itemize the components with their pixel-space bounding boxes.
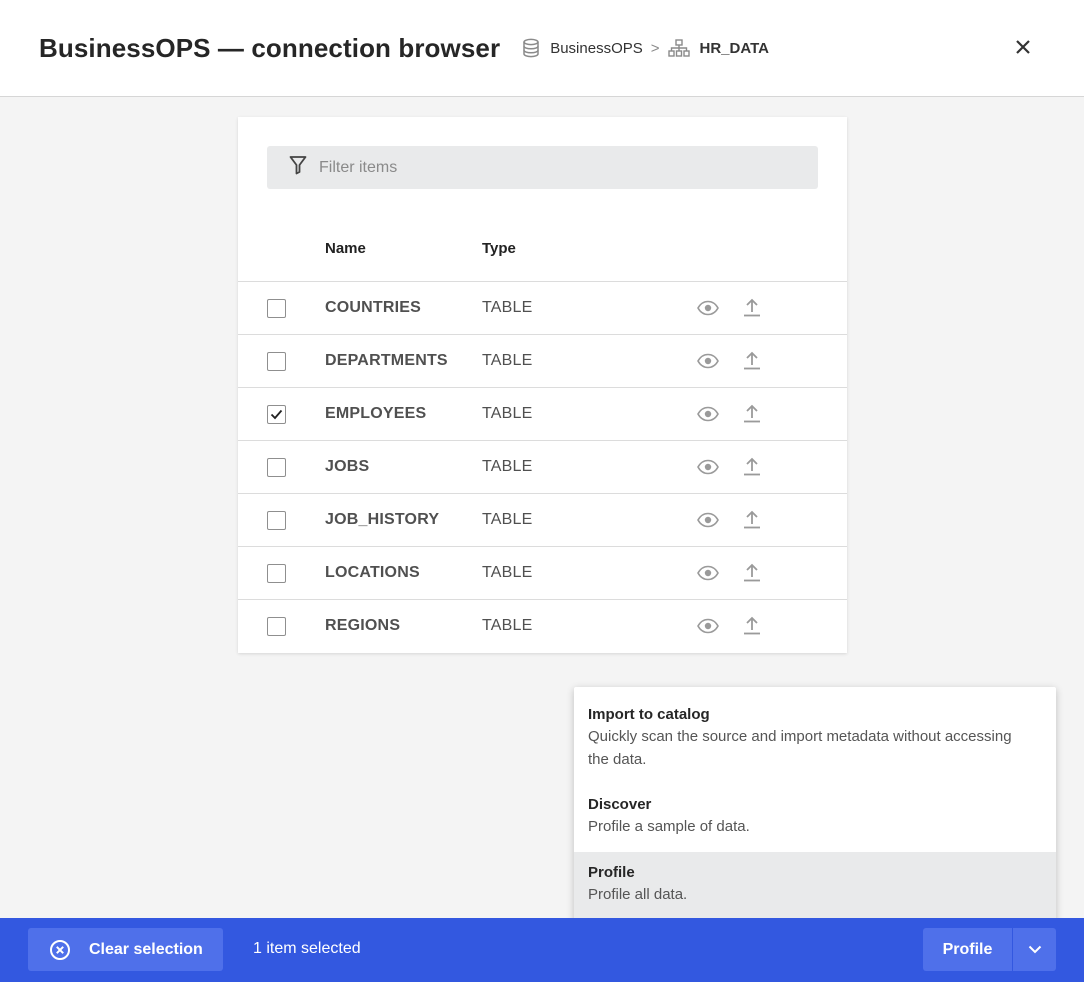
breadcrumb-separator: >	[650, 39, 660, 57]
breadcrumb-schema: HR_DATA	[699, 39, 769, 57]
table-row[interactable]: JOB_HISTORY TABLE	[238, 493, 847, 546]
preview-eye-icon[interactable]	[697, 618, 719, 639]
page-title: BusinessOPS — connection browser	[39, 32, 501, 63]
preview-eye-icon[interactable]	[697, 353, 719, 374]
clear-selection-button[interactable]: Clear selection	[28, 928, 223, 971]
profile-button[interactable]: Profile	[923, 928, 1012, 971]
menu-item-description: Quickly scan the source and import metad…	[588, 728, 1012, 768]
database-icon	[522, 38, 540, 58]
preview-eye-icon[interactable]	[697, 512, 719, 533]
menu-item-import[interactable]: Import to catalog Quickly scan the sourc…	[574, 696, 1056, 780]
row-checkbox[interactable]	[267, 352, 286, 371]
preview-eye-icon[interactable]	[697, 300, 719, 321]
profile-options-toggle[interactable]	[1013, 928, 1056, 971]
table-row[interactable]: DEPARTMENTS TABLE	[238, 334, 847, 387]
chevron-down-icon	[1028, 945, 1041, 954]
row-type: TABLE	[482, 352, 533, 369]
menu-item-profile[interactable]: Profile Profile all data.	[574, 852, 1056, 919]
import-upload-icon[interactable]	[743, 509, 761, 534]
column-header-type[interactable]: Type	[482, 240, 516, 257]
import-upload-icon[interactable]	[743, 297, 761, 322]
row-name: LOCATIONS	[325, 564, 420, 581]
clear-selection-label: Clear selection	[89, 940, 203, 958]
profile-options-menu: Import to catalog Quickly scan the sourc…	[574, 687, 1056, 923]
row-type: TABLE	[482, 564, 533, 581]
row-type: TABLE	[482, 299, 533, 316]
row-checkbox[interactable]	[267, 564, 286, 583]
selection-bar: Clear selection 1 item selected Profile	[0, 918, 1084, 982]
table-row[interactable]: EMPLOYEES TABLE	[238, 387, 847, 440]
menu-item-description: Profile a sample of data.	[588, 818, 750, 835]
row-checkbox[interactable]	[267, 511, 286, 530]
table-row[interactable]: LOCATIONS TABLE	[238, 546, 847, 599]
schema-icon	[667, 39, 690, 57]
table-row[interactable]: COUNTRIES TABLE	[238, 281, 847, 334]
preview-eye-icon[interactable]	[697, 406, 719, 427]
import-upload-icon[interactable]	[743, 350, 761, 375]
row-name: EMPLOYEES	[325, 405, 427, 422]
row-checkbox[interactable]	[267, 617, 286, 636]
table-row[interactable]: REGIONS TABLE	[238, 599, 847, 652]
clear-circle-icon	[50, 939, 70, 960]
row-name: JOBS	[325, 458, 370, 475]
row-checkbox[interactable]	[267, 405, 286, 424]
import-upload-icon[interactable]	[743, 562, 761, 587]
preview-eye-icon[interactable]	[697, 565, 719, 586]
column-header-name[interactable]: Name	[325, 240, 366, 257]
menu-item-title: Import to catalog	[588, 706, 710, 723]
import-upload-icon[interactable]	[743, 456, 761, 481]
menu-item-title: Discover	[588, 796, 652, 813]
items-panel: Name Type COUNTRIES TABLE DEPARTMENTS TABLE…	[238, 117, 847, 653]
breadcrumb: BusinessOPS > HR_DATA	[522, 38, 769, 58]
row-name: DEPARTMENTS	[325, 352, 448, 369]
table-row[interactable]: JOBS TABLE	[238, 440, 847, 493]
filter-bar[interactable]	[267, 146, 818, 189]
row-type: TABLE	[482, 458, 533, 475]
row-type: TABLE	[482, 617, 533, 634]
preview-eye-icon[interactable]	[697, 459, 719, 480]
row-checkbox[interactable]	[267, 458, 286, 477]
row-name: COUNTRIES	[325, 299, 422, 316]
filter-input[interactable]	[319, 158, 799, 177]
import-upload-icon[interactable]	[743, 615, 761, 640]
row-checkbox[interactable]	[267, 299, 286, 318]
close-icon	[1016, 40, 1030, 54]
items-table: COUNTRIES TABLE DEPARTMENTS TABLE EMPLOYEES T…	[238, 281, 847, 652]
menu-item-discover[interactable]: Discover Profile a sample of data.	[574, 787, 1056, 853]
header: BusinessOPS — connection browser Busines…	[0, 0, 1084, 97]
menu-item-description: Profile all data.	[588, 886, 688, 903]
import-upload-icon[interactable]	[743, 403, 761, 428]
row-name: REGIONS	[325, 617, 401, 634]
selection-count: 1 item selected	[253, 940, 361, 957]
row-name: JOB_HISTORY	[325, 511, 440, 528]
close-button[interactable]	[1010, 34, 1036, 60]
row-type: TABLE	[482, 511, 533, 528]
breadcrumb-connection[interactable]: BusinessOPS	[550, 40, 643, 57]
filter-icon	[289, 155, 307, 180]
menu-item-title: Profile	[588, 864, 635, 881]
row-type: TABLE	[482, 405, 533, 422]
